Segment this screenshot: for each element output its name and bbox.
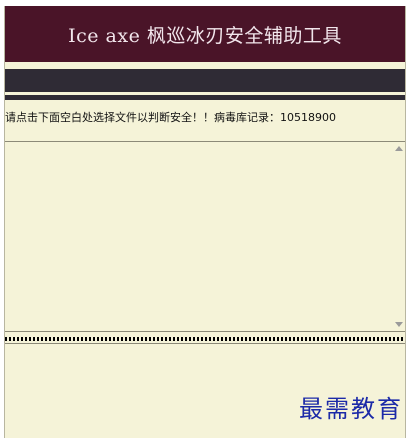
app-window: Ice axe 枫巡冰刃安全辅助工具 请点击下面空白处选择文件以判断安全！！病毒… (4, 6, 406, 438)
title-bar: Ice axe 枫巡冰刃安全辅助工具 (5, 6, 405, 62)
status-line: 请点击下面空白处选择文件以判断安全！！病毒库记录：10518900 (5, 109, 405, 127)
file-drop-area[interactable] (5, 141, 405, 332)
scroll-down-arrow-icon[interactable] (395, 322, 403, 327)
virus-db-count: 10518900 (280, 111, 336, 124)
toolbar-divider (5, 95, 405, 100)
instruction-text: 请点击下面空白处选择文件以判断安全！！ (5, 111, 214, 124)
watermark-logo: 最需教育 (299, 395, 403, 423)
toolbar-band (5, 69, 405, 92)
virus-db-label: 病毒库记录： (214, 111, 280, 124)
window-title: Ice axe 枫巡冰刃安全辅助工具 (68, 24, 342, 47)
scroll-up-arrow-icon[interactable] (395, 146, 403, 151)
pane-splitter[interactable] (5, 337, 405, 341)
